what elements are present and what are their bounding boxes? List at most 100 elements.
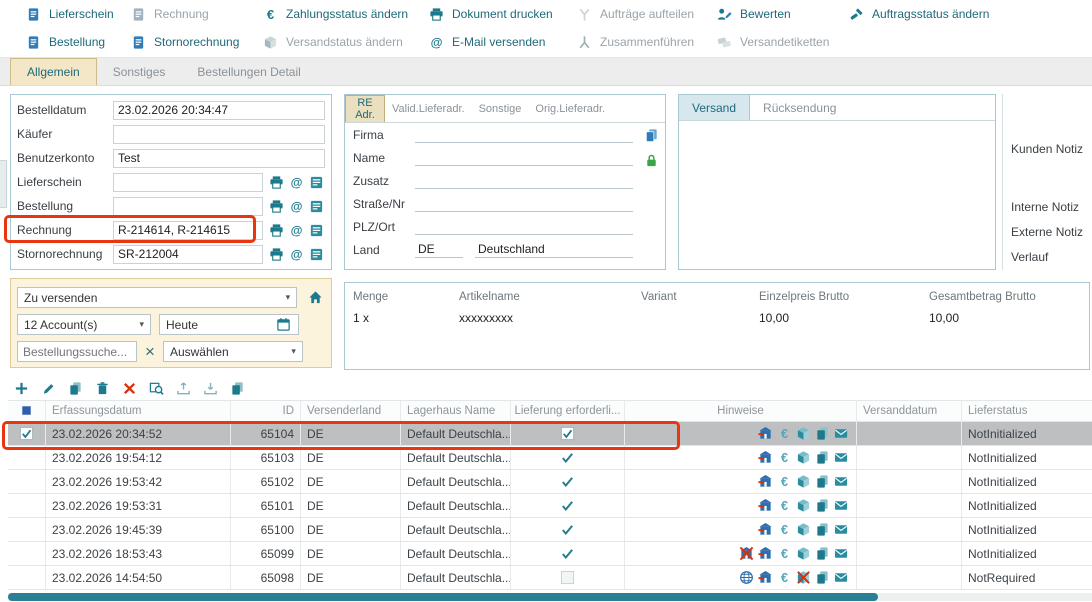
toolbar-item-versandetiketten[interactable]: Versandetiketten (716, 34, 848, 51)
tab-re-adr[interactable]: RE Adr. (345, 95, 385, 122)
export-icon[interactable] (308, 222, 325, 239)
order-search-input[interactable] (17, 341, 137, 362)
table-row[interactable]: 23.02.2026 14:54:50 65098 DE Default Deu… (8, 566, 1092, 590)
export-icon[interactable] (308, 198, 325, 215)
search-grid-button[interactable] (145, 377, 167, 399)
interne-notiz-link[interactable]: Interne Notiz (1011, 200, 1079, 214)
date-range-field[interactable]: Heute (159, 314, 299, 335)
tab-valid-lieferadr[interactable]: Valid.Lieferadr. (385, 95, 472, 122)
export-icon[interactable] (308, 174, 325, 191)
land-name-input[interactable] (475, 241, 633, 258)
lieferschein-input[interactable] (113, 173, 263, 192)
toolbar-item-auftragsstatus-aendern[interactable]: Auftragsstatus ändern (848, 6, 1092, 23)
at-icon[interactable]: @ (288, 198, 305, 215)
table-row[interactable]: 23.02.2026 19:53:42 65102 DE Default Deu… (8, 470, 1092, 494)
bestelldatum-input[interactable] (113, 101, 325, 120)
benutzerkonto-input[interactable] (113, 149, 325, 168)
svg-text:@: @ (291, 175, 303, 189)
accounts-select[interactable]: 12 Account(s) ▾ (17, 314, 151, 335)
column-header-lieferung[interactable]: Lieferung erforderli... (511, 401, 625, 421)
row-checkbox[interactable] (19, 546, 35, 562)
table-row[interactable]: 23.02.2026 19:53:31 65101 DE Default Deu… (8, 494, 1092, 518)
row-checkbox[interactable] (19, 498, 35, 514)
scrollbar-thumb[interactable] (8, 593, 878, 601)
lock-icon[interactable] (643, 152, 660, 169)
column-header-lieferstatus[interactable]: Lieferstatus (962, 401, 1092, 421)
download-button[interactable] (199, 377, 221, 399)
table-row[interactable]: 23.02.2026 19:45:39 65100 DE Default Deu… (8, 518, 1092, 542)
printer-icon[interactable] (268, 174, 285, 191)
toolbar-item-versandstatus-aendern[interactable]: Versandstatus ändern (262, 34, 428, 51)
row-checkbox[interactable] (19, 450, 35, 466)
tab-versand[interactable]: Versand (679, 95, 750, 120)
zusatz-input[interactable] (415, 172, 633, 189)
home-icon[interactable] (305, 288, 325, 308)
at-icon[interactable]: @ (288, 246, 305, 263)
stornorechnung-input[interactable] (113, 245, 263, 264)
svg-text:€: € (267, 7, 275, 22)
delete-button[interactable] (91, 377, 113, 399)
copy-button[interactable] (64, 377, 86, 399)
column-header-id[interactable]: ID (231, 401, 301, 421)
export-icon[interactable] (308, 246, 325, 263)
toolbar-item-auftraege-aufteilen[interactable]: Aufträge aufteilen (576, 6, 716, 23)
column-header-lagerhaus[interactable]: Lagerhaus Name (401, 401, 511, 421)
row-checkbox[interactable] (19, 522, 35, 538)
row-checkbox[interactable] (19, 426, 35, 442)
action-select[interactable]: Auswählen ▾ (163, 341, 303, 362)
externe-notiz-link[interactable]: Externe Notiz (1011, 225, 1083, 239)
select-all-icon[interactable] (19, 403, 35, 419)
strasse-nr-input[interactable] (415, 195, 633, 212)
toolbar-item-email-versenden[interactable]: @E-Mail versenden (428, 34, 576, 51)
rechnung-input[interactable] (113, 221, 263, 240)
name-input[interactable] (415, 149, 633, 166)
column-header-versenderland[interactable]: Versenderland (301, 401, 401, 421)
column-header-versanddatum[interactable]: Versanddatum (857, 401, 962, 421)
tab-allgemein[interactable]: Allgemein (10, 58, 97, 85)
tab-sonstige-adr[interactable]: Sonstige (472, 95, 529, 122)
row-checkbox[interactable] (19, 474, 35, 490)
toolbar-item-lieferschein[interactable]: Lieferschein (25, 6, 130, 23)
sidebar-collapse-handle[interactable] (0, 160, 7, 208)
chevron-down-icon: ▾ (291, 346, 296, 357)
plz-ort-input[interactable] (415, 218, 633, 235)
calendar-icon[interactable] (276, 317, 292, 333)
bestellung-input[interactable] (113, 197, 263, 216)
printer-icon[interactable] (268, 222, 285, 239)
remove-button[interactable] (118, 377, 140, 399)
upload-button[interactable] (172, 377, 194, 399)
printer-icon[interactable] (268, 198, 285, 215)
toolbar-item-zusammenfuehren[interactable]: Zusammenführen (576, 34, 716, 51)
toolbar-item-dokument-drucken[interactable]: Dokument drucken (428, 6, 576, 23)
toolbar-item-bewerten[interactable]: Bewerten (716, 6, 848, 23)
copy-address-icon[interactable] (643, 127, 660, 144)
table-row[interactable]: 23.02.2026 19:54:12 65103 DE Default Deu… (8, 446, 1092, 470)
toolbar-item-bestellung[interactable]: Bestellung (25, 34, 130, 51)
row-checkbox[interactable] (19, 570, 35, 586)
horizontal-scrollbar[interactable] (8, 593, 1092, 601)
table-row[interactable]: 23.02.2026 18:53:43 65099 DE Default Deu… (8, 542, 1092, 566)
at-icon[interactable]: @ (288, 222, 305, 239)
send-status-select[interactable]: Zu versenden ▾ (17, 287, 297, 308)
land-code-input[interactable] (415, 241, 463, 258)
tab-ruecksendung[interactable]: Rücksendung (750, 95, 849, 120)
kaeufer-input[interactable] (113, 125, 325, 144)
toolbar-item-rechnung[interactable]: Rechnung (130, 6, 262, 23)
clear-search-icon[interactable]: × (145, 343, 155, 360)
kunden-notiz-link[interactable]: Kunden Notiz (1011, 142, 1083, 156)
add-button[interactable] (10, 377, 32, 399)
tab-bestellungen-detail[interactable]: Bestellungen Detail (181, 58, 316, 85)
tab-orig-lieferadr[interactable]: Orig.Lieferadr. (528, 95, 612, 122)
toolbar-item-zahlungsstatus-aendern[interactable]: €Zahlungsstatus ändern (262, 6, 428, 23)
printer-icon[interactable] (268, 246, 285, 263)
firma-input[interactable] (415, 126, 633, 143)
duplicate-button[interactable] (226, 377, 248, 399)
at-icon[interactable]: @ (288, 174, 305, 191)
column-header-hinweise[interactable]: Hinweise (625, 401, 857, 421)
verlauf-link[interactable]: Verlauf (1011, 250, 1048, 264)
tab-sonstiges[interactable]: Sonstiges (97, 58, 182, 85)
edit-button[interactable] (37, 377, 59, 399)
table-row[interactable]: 23.02.2026 20:34:52 65104 DE Default Deu… (8, 422, 1092, 446)
column-header-erfassungsdatum[interactable]: Erfassungsdatum (46, 401, 231, 421)
toolbar-item-stornorechnung[interactable]: Stornorechnung (130, 34, 262, 51)
